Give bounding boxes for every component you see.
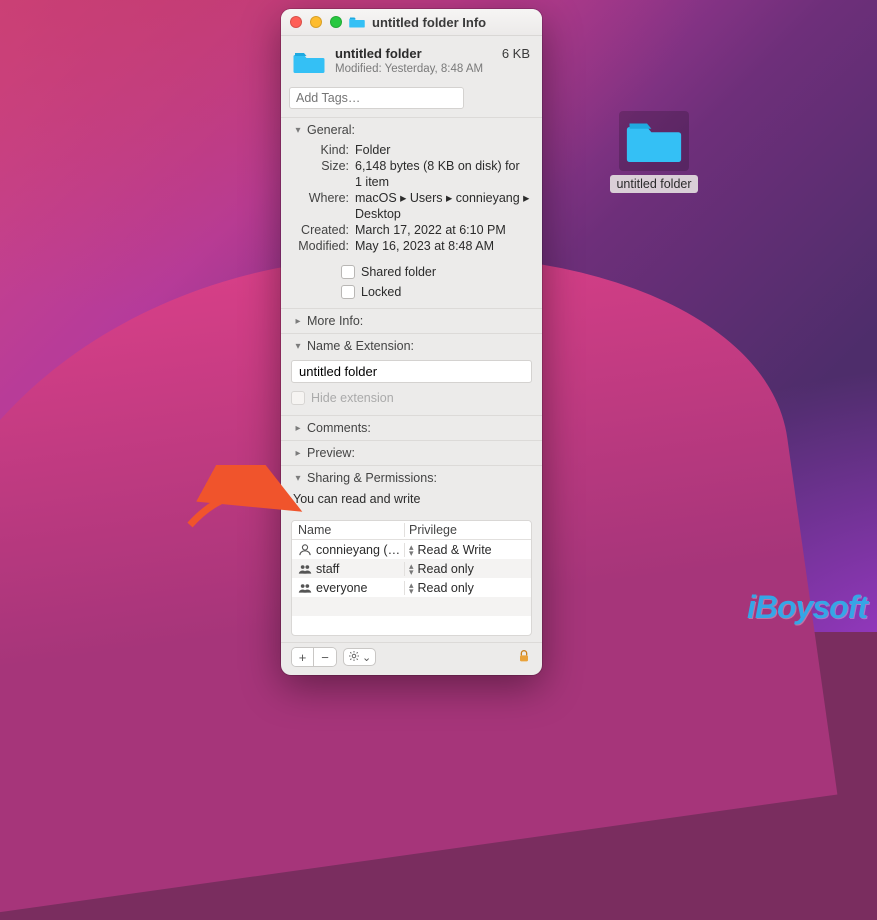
item-size: 6 KB (502, 46, 530, 61)
section-label: Comments: (307, 421, 371, 435)
created-label: Created: (293, 222, 349, 238)
window-controls (290, 16, 342, 28)
table-row[interactable]: staff ▴▾ Read only (292, 559, 531, 578)
privilege-picker[interactable]: ▴▾ Read & Write (404, 543, 531, 557)
shared-folder-checkbox[interactable]: Shared folder (341, 264, 530, 280)
person-icon (298, 544, 312, 556)
section-label: Sharing & Permissions: (307, 471, 437, 485)
gear-icon (348, 650, 360, 665)
privilege-picker[interactable]: ▴▾ Read only (404, 581, 531, 595)
section-general[interactable]: ▾ General: (281, 117, 542, 142)
shared-folder-label: Shared folder (361, 264, 436, 280)
perm-name: connieyang (… (316, 543, 400, 557)
chevron-right-icon: ▸ (293, 316, 303, 327)
add-remove-segment: + − (291, 647, 337, 667)
modified-value: May 16, 2023 at 8:48 AM (355, 238, 530, 254)
where-label: Where: (293, 190, 349, 222)
desktop-folder-item[interactable]: untitled folder (604, 111, 704, 193)
perm-name: staff (316, 562, 339, 576)
kind-value: Folder (355, 142, 530, 158)
col-name: Name (292, 523, 404, 537)
name-field[interactable] (291, 360, 532, 383)
section-label: More Info: (307, 314, 363, 328)
perm-value: Read only (418, 562, 474, 576)
close-icon[interactable] (290, 16, 302, 28)
group-icon (298, 563, 312, 575)
perm-name: everyone (316, 581, 367, 595)
general-body: Kind: Folder Size:6,148 bytes (8 KB on di… (281, 142, 542, 308)
size-label: Size: (293, 158, 349, 190)
hide-extension-label: Hide extension (311, 391, 394, 405)
stepper-icon: ▴▾ (409, 582, 414, 594)
table-row (292, 597, 531, 616)
table-row[interactable]: everyone ▴▾ Read only (292, 578, 531, 597)
window-title: untitled folder Info (372, 15, 486, 30)
chevron-down-icon: ▾ (293, 341, 303, 352)
table-header: Name Privilege (292, 521, 531, 540)
sharing-body: You can read and write (281, 492, 542, 516)
col-privilege: Privilege (404, 523, 531, 537)
watermark: iBoysoft (747, 589, 867, 626)
chevron-down-icon: ⌄ (362, 651, 371, 664)
info-window: untitled folder Info untitled folder Mod… (281, 9, 542, 675)
section-more-info[interactable]: ▸ More Info: (281, 308, 542, 333)
section-comments[interactable]: ▸ Comments: (281, 415, 542, 440)
section-sharing-permissions[interactable]: ▾ Sharing & Permissions: (281, 465, 542, 490)
permissions-table: Name Privilege connieyang (… ▴▾ Read & Wr… (291, 520, 532, 636)
folder-icon (293, 46, 325, 81)
perm-value: Read only (418, 581, 474, 595)
remove-button[interactable]: − (314, 648, 336, 666)
folder-icon (349, 14, 365, 30)
size-value: 6,148 bytes (8 KB on disk) for 1 item (355, 158, 530, 190)
action-menu-button[interactable]: ⌄ (343, 648, 376, 666)
zoom-icon[interactable] (330, 16, 342, 28)
titlebar[interactable]: untitled folder Info (281, 9, 542, 36)
section-name-extension[interactable]: ▾ Name & Extension: (281, 333, 542, 358)
table-row (292, 616, 531, 635)
permissions-footer: + − ⌄ (281, 642, 542, 675)
chevron-down-icon: ▾ (293, 125, 303, 136)
privilege-picker[interactable]: ▴▾ Read only (404, 562, 531, 576)
section-label: General: (307, 123, 355, 137)
lock-icon[interactable] (516, 648, 532, 667)
item-modified: Modified: Yesterday, 8:48 AM (335, 63, 492, 75)
chevron-right-icon: ▸ (293, 448, 303, 459)
created-value: March 17, 2022 at 6:10 PM (355, 222, 530, 238)
folder-icon (619, 111, 689, 171)
desktop-folder-label: untitled folder (610, 175, 697, 193)
where-value: macOS ▸ Users ▸ connieyang ▸ Desktop (355, 190, 530, 222)
kind-label: Kind: (293, 142, 349, 158)
add-button[interactable]: + (292, 648, 314, 666)
section-label: Preview: (307, 446, 355, 460)
locked-checkbox[interactable]: Locked (341, 284, 530, 300)
table-row[interactable]: connieyang (… ▴▾ Read & Write (292, 540, 531, 559)
modified-label: Modified: (293, 238, 349, 254)
hide-extension-checkbox: Hide extension (291, 391, 532, 405)
name-extension-body: Hide extension (281, 358, 542, 415)
permission-message: You can read and write (293, 492, 530, 506)
item-name: untitled folder (335, 46, 492, 61)
group-icon (298, 582, 312, 594)
tags-input[interactable] (289, 87, 464, 109)
locked-label: Locked (361, 284, 401, 300)
section-preview[interactable]: ▸ Preview: (281, 440, 542, 465)
section-label: Name & Extension: (307, 339, 414, 353)
summary-header: untitled folder Modified: Yesterday, 8:4… (281, 36, 542, 87)
minimize-icon[interactable] (310, 16, 322, 28)
stepper-icon: ▴▾ (409, 544, 414, 556)
perm-value: Read & Write (418, 543, 492, 557)
chevron-down-icon: ▾ (293, 473, 303, 484)
chevron-right-icon: ▸ (293, 423, 303, 434)
stepper-icon: ▴▾ (409, 563, 414, 575)
